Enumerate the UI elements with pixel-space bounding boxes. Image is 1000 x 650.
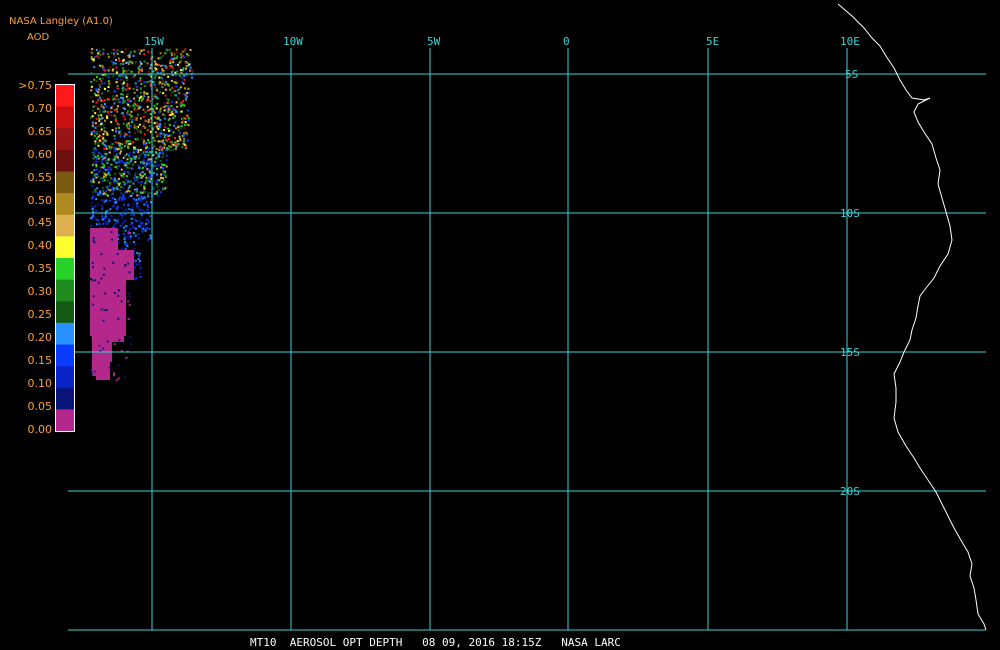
lon-label-15w: 15W: [144, 35, 164, 48]
colorbar-label: 0.40: [27, 239, 53, 253]
lon-label-0: 0: [563, 35, 570, 48]
map-canvas: 15W 10W 5W 0 5E 10E 5S 10S 15S 20S: [68, 3, 987, 631]
colorbar-segment: [56, 106, 74, 129]
lon-label-10e: 10E: [840, 35, 860, 48]
lon-label-5w: 5W: [427, 35, 441, 48]
footer-caption: MT10 AEROSOL OPT DEPTH 08 09, 2016 18:15…: [250, 636, 621, 649]
product-label: AOD: [27, 32, 50, 43]
colorbar-label: 0.65: [27, 124, 53, 138]
aerosol-data-layer: [90, 48, 194, 382]
colorbar-label: 0.00: [27, 422, 53, 436]
source-label: NASA Langley (A1.0): [9, 16, 113, 27]
colorbar-label: 0.60: [27, 147, 53, 161]
colorbar-label: 0.05: [27, 399, 53, 413]
africa-coastline: [837, 3, 987, 631]
colorbar-segment: [56, 409, 74, 432]
colorbar-label: 0.45: [27, 216, 53, 230]
colorbar-segment: [56, 85, 74, 108]
lat-label-5s: 5S: [845, 68, 858, 81]
colorbar-segment: [56, 279, 74, 302]
colorbar-segment: [56, 214, 74, 237]
aod-colorbar: [55, 84, 75, 432]
colorbar-segment: [56, 149, 74, 172]
colorbar-segment: [56, 258, 74, 281]
colorbar-segment: [56, 193, 74, 216]
colorbar-segment: [56, 236, 74, 259]
colorbar-label: 0.70: [27, 101, 53, 115]
colorbar-label: >0.75: [18, 79, 52, 92]
lon-label-10w: 10W: [283, 35, 303, 48]
colorbar-segment: [56, 344, 74, 367]
lat-label-20s: 20S: [840, 485, 860, 498]
colorbar-label: 0.35: [27, 262, 53, 276]
lat-lon-grid: [68, 48, 986, 631]
colorbar-segment: [56, 128, 74, 151]
colorbar-segment: [56, 322, 74, 345]
colorbar-label: 0.15: [27, 353, 53, 367]
colorbar-segment: [56, 171, 74, 194]
grid-labels: 15W 10W 5W 0 5E 10E 5S 10S 15S 20S: [144, 35, 860, 498]
colorbar-label: 0.10: [27, 376, 53, 390]
colorbar-segment: [56, 301, 74, 324]
colorbar-label: 0.30: [27, 285, 53, 299]
lon-label-5e: 5E: [706, 35, 719, 48]
lat-label-10s: 10S: [840, 207, 860, 220]
colorbar-segment: [56, 387, 74, 410]
colorbar-segment: [56, 366, 74, 389]
lat-label-15s: 15S: [840, 346, 860, 359]
colorbar-label: 0.55: [27, 170, 53, 184]
colorbar-label: 0.25: [27, 308, 53, 321]
colorbar-label: 0.20: [27, 330, 53, 344]
colorbar-label: 0.50: [27, 193, 53, 207]
